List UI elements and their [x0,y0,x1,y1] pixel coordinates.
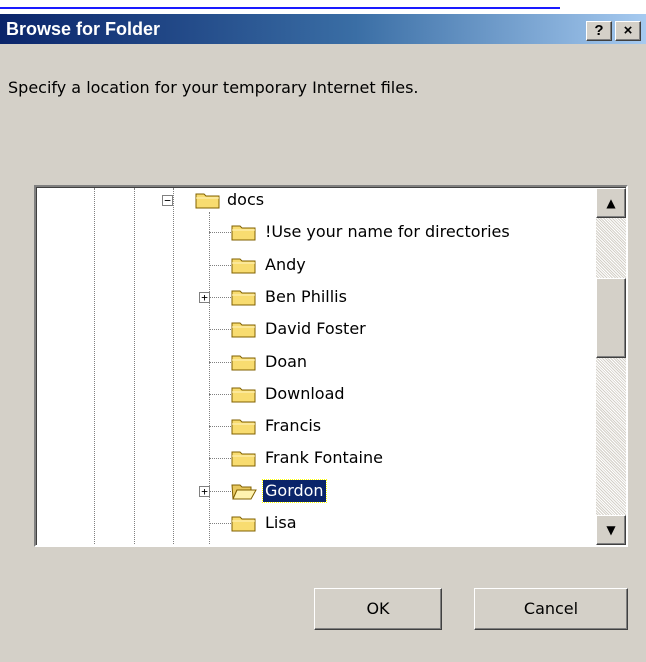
tree-item-label[interactable]: docs [225,189,266,211]
tree-guide-line [173,188,174,545]
folder-icon [231,287,257,307]
tree-item-label[interactable]: Download [263,383,347,405]
tree-view-area[interactable]: − docs !Use your name for directories Andy +… [36,187,626,545]
folder-icon [231,222,257,242]
tree-item-label[interactable]: Frank Fontaine [263,447,385,469]
scroll-down-button[interactable]: ▼ [596,515,626,545]
help-button[interactable]: ? [586,21,612,41]
vertical-scrollbar[interactable]: ▲ ▼ [596,188,626,545]
instruction-text: Specify a location for your temporary In… [8,78,419,97]
tree-item-label[interactable]: Francis [263,415,323,437]
folder-icon [231,513,257,533]
folder-tree[interactable]: − docs !Use your name for directories Andy +… [34,185,628,547]
tree-item-label[interactable]: Gordon [262,478,327,503]
tree-guide-line [94,188,95,545]
folder-icon [231,352,257,372]
folder-icon [231,384,257,404]
folder-open-icon [231,481,257,501]
folder-icon [195,190,221,210]
folder-icon [231,448,257,468]
tree-item-label[interactable]: David Foster [263,318,368,340]
close-button[interactable]: × [615,21,641,41]
tree-connector [209,458,231,460]
tree-item-label[interactable]: !Use your name for directories [263,221,512,243]
background-underlined-text [0,0,646,14]
title-bar[interactable]: Browse for Folder ? × [0,14,646,44]
tree-connector [209,490,231,492]
ok-button[interactable]: OK [314,588,442,630]
tree-connector [209,523,231,524]
tree-item-label[interactable]: Andy [263,254,308,276]
expand-toggle[interactable]: + [199,291,210,303]
tree-guide-line [134,188,135,545]
tree-connector [209,296,231,298]
scroll-thumb[interactable] [596,278,626,358]
tree-item-label[interactable]: Lisa [263,512,299,534]
tree-connector [209,393,231,395]
tree-connector [209,426,231,428]
tree-connector [209,361,231,363]
folder-icon [231,545,257,547]
collapse-toggle[interactable]: − [162,195,173,206]
tree-connector [209,264,231,266]
tree-connector [209,232,231,234]
tree-item-label[interactable]: Ben Phillis [263,286,349,308]
tree-item-label[interactable]: Doan [263,351,309,373]
window-title: Browse for Folder [6,19,161,39]
cancel-button[interactable]: Cancel [474,588,628,630]
folder-icon [231,416,257,436]
expand-toggle[interactable]: + [199,485,210,497]
folder-icon [231,255,257,275]
folder-icon [231,319,257,339]
scroll-up-button[interactable]: ▲ [596,188,626,218]
background-underline [0,7,560,9]
tree-connector [209,329,231,331]
